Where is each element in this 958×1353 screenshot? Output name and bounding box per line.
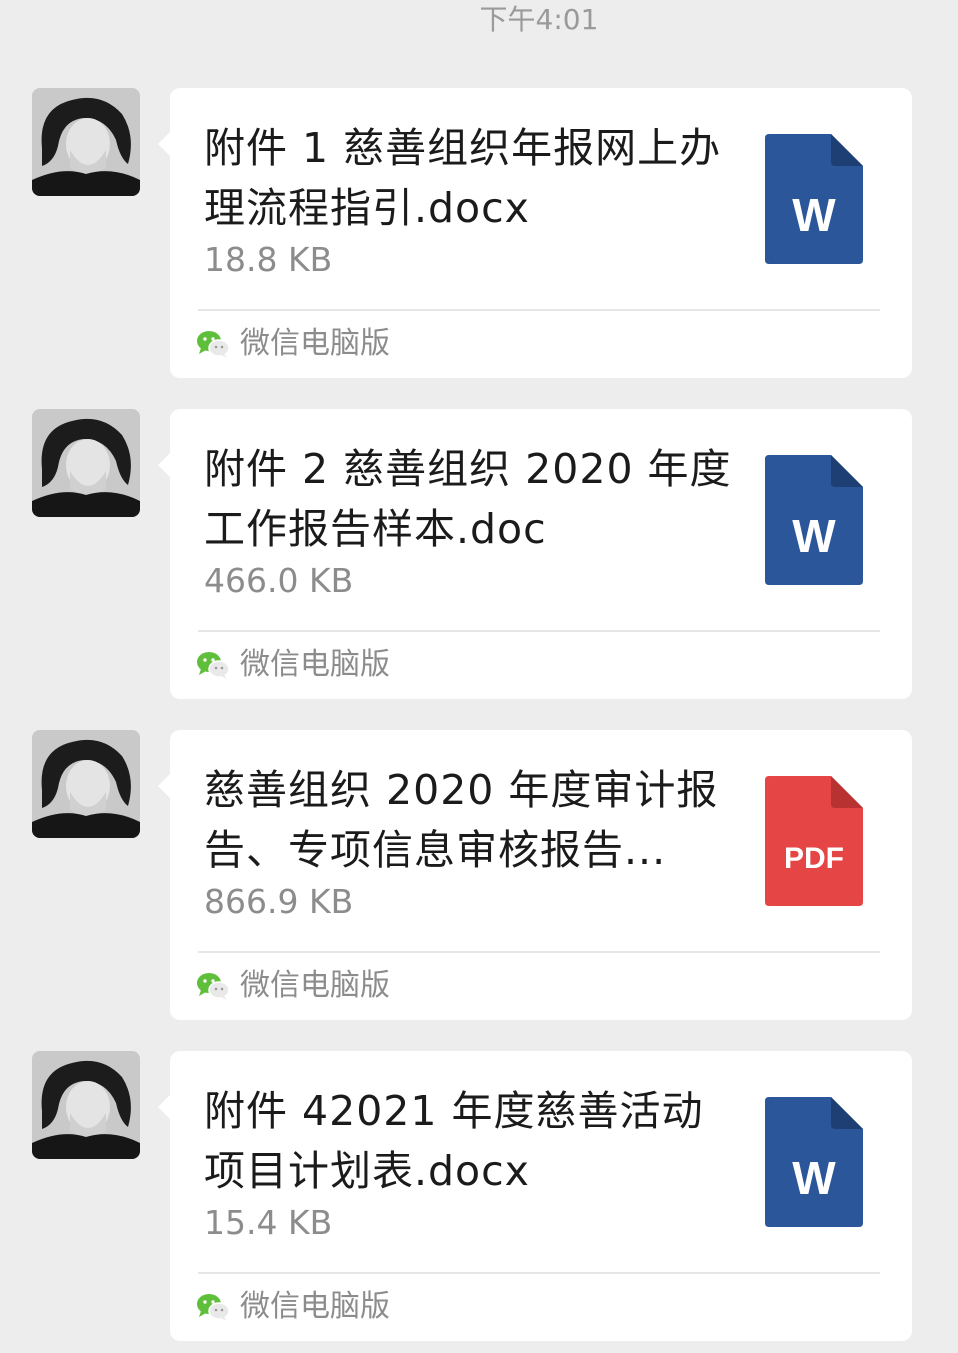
avatar[interactable] [32,1051,140,1159]
message-item: 附件 2 慈善组织 2020 年度工作报告样本.doc 466.0 KB W 微… [0,409,958,699]
bubble-tail [158,453,170,477]
file-message-bubble[interactable]: 附件 2 慈善组织 2020 年度工作报告样本.doc 466.0 KB W 微… [158,409,912,699]
message-item: 附件 1 慈善组织年报网上办理流程指引.docx 18.8 KB W 微信电脑版 [0,88,958,378]
file-message-bubble[interactable]: 慈善组织 2020 年度审计报告、专项信息审核报告... 866.9 KB PD… [158,730,912,1020]
pdf-document-icon: PDF [765,776,863,906]
file-icon-label: W [792,1152,836,1204]
divider [198,630,880,632]
file-size: 466.0 KB [204,561,354,600]
bubble-tail [158,132,170,156]
message-item: 慈善组织 2020 年度审计报告、专项信息审核报告... 866.9 KB PD… [0,730,958,1020]
file-icon-label: W [792,189,836,241]
wechat-icon [197,331,230,358]
source-label: 微信电脑版 [240,647,390,682]
message-item: 附件 42021 年度慈善活动项目计划表.docx 15.4 KB W 微信电脑… [0,1051,958,1341]
avatar[interactable] [32,730,140,838]
source-label: 微信电脑版 [240,1289,390,1324]
divider [198,951,880,953]
file-icon-label: W [792,510,836,562]
word-document-icon: W [765,455,863,585]
source-label: 微信电脑版 [240,326,390,361]
timestamp: 下午4:01 [479,3,599,36]
file-size: 866.9 KB [204,882,354,921]
file-icon-label: PDF [784,842,844,875]
word-document-icon: W [765,134,863,264]
bubble-tail [158,774,170,798]
file-message-bubble[interactable]: 附件 42021 年度慈善活动项目计划表.docx 15.4 KB W 微信电脑… [158,1051,912,1341]
source-label: 微信电脑版 [240,968,390,1003]
word-document-icon: W [765,1097,863,1227]
wechat-icon [197,1294,230,1321]
file-name: 附件 42021 年度慈善活动项目计划表.docx [204,1087,704,1195]
file-size: 18.8 KB [204,240,333,279]
avatar[interactable] [32,88,140,196]
source-row: 微信电脑版 [196,324,390,364]
wechat-icon [197,652,230,679]
bubble-tail [158,1095,170,1119]
wechat-icon [197,973,230,1000]
file-message-bubble[interactable]: 附件 1 慈善组织年报网上办理流程指引.docx 18.8 KB W 微信电脑版 [158,88,912,378]
file-name: 慈善组织 2020 年度审计报告、专项信息审核报告... [204,766,719,874]
source-row: 微信电脑版 [196,645,390,685]
file-name: 附件 1 慈善组织年报网上办理流程指引.docx [204,124,722,232]
file-size: 15.4 KB [204,1203,333,1242]
file-name: 附件 2 慈善组织 2020 年度工作报告样本.doc [204,445,732,553]
source-row: 微信电脑版 [196,966,390,1006]
divider [198,309,880,311]
source-row: 微信电脑版 [196,1287,390,1327]
avatar[interactable] [32,409,140,517]
divider [198,1272,880,1274]
